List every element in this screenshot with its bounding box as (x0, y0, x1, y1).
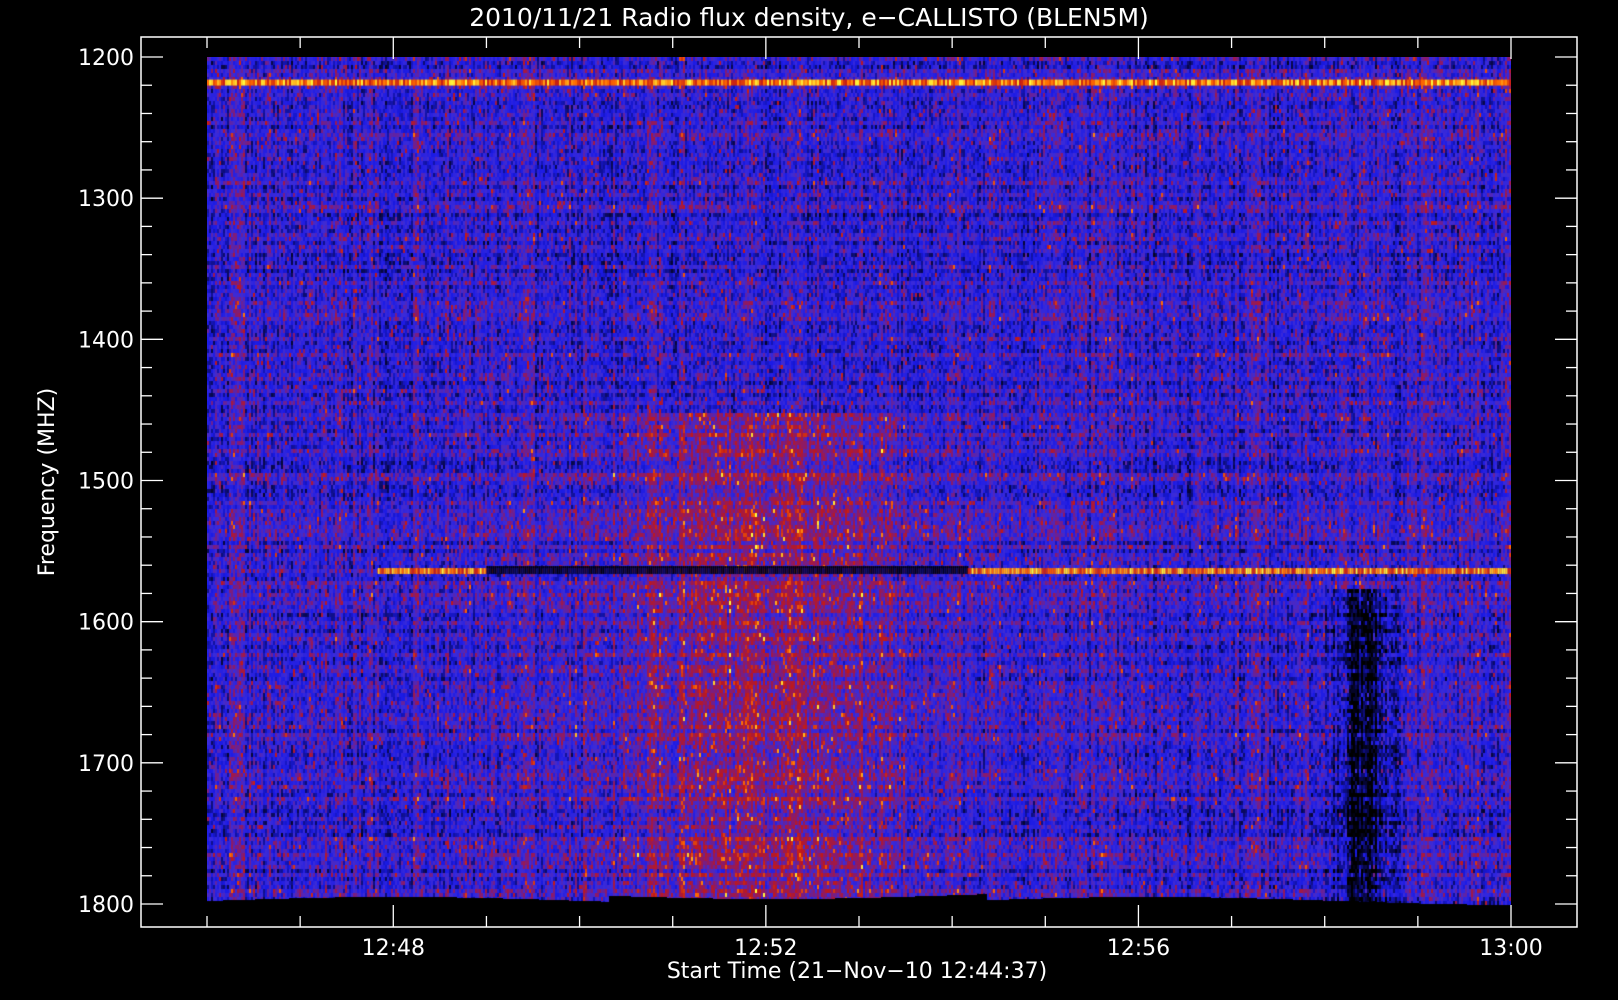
y-tick-label: 1300 (78, 187, 134, 212)
x-tick-label: 12:56 (1107, 936, 1170, 961)
y-tick-label: 1700 (78, 752, 134, 777)
spectrogram-chart: 2010/11/21 Radio flux density, e−CALLIST… (0, 0, 1618, 1000)
spectrogram-heatmap (207, 57, 1511, 909)
x-tick-label: 12:48 (362, 936, 425, 961)
x-axis-label: Start Time (21−Nov−10 12:44:37) (667, 959, 1047, 984)
y-tick-label: 1400 (78, 328, 134, 353)
chart-title: 2010/11/21 Radio flux density, e−CALLIST… (469, 3, 1149, 32)
x-tick-label: 13:00 (1479, 936, 1542, 961)
spectrogram-image (207, 57, 1511, 909)
y-axis-label: Frequency (MHZ) (35, 388, 60, 576)
y-tick-label: 1600 (78, 611, 134, 636)
x-tick-label: 12:52 (734, 936, 797, 961)
y-tick-label: 1500 (78, 470, 134, 495)
y-tick-label: 1200 (78, 46, 134, 71)
y-tick-label: 1800 (78, 893, 134, 918)
